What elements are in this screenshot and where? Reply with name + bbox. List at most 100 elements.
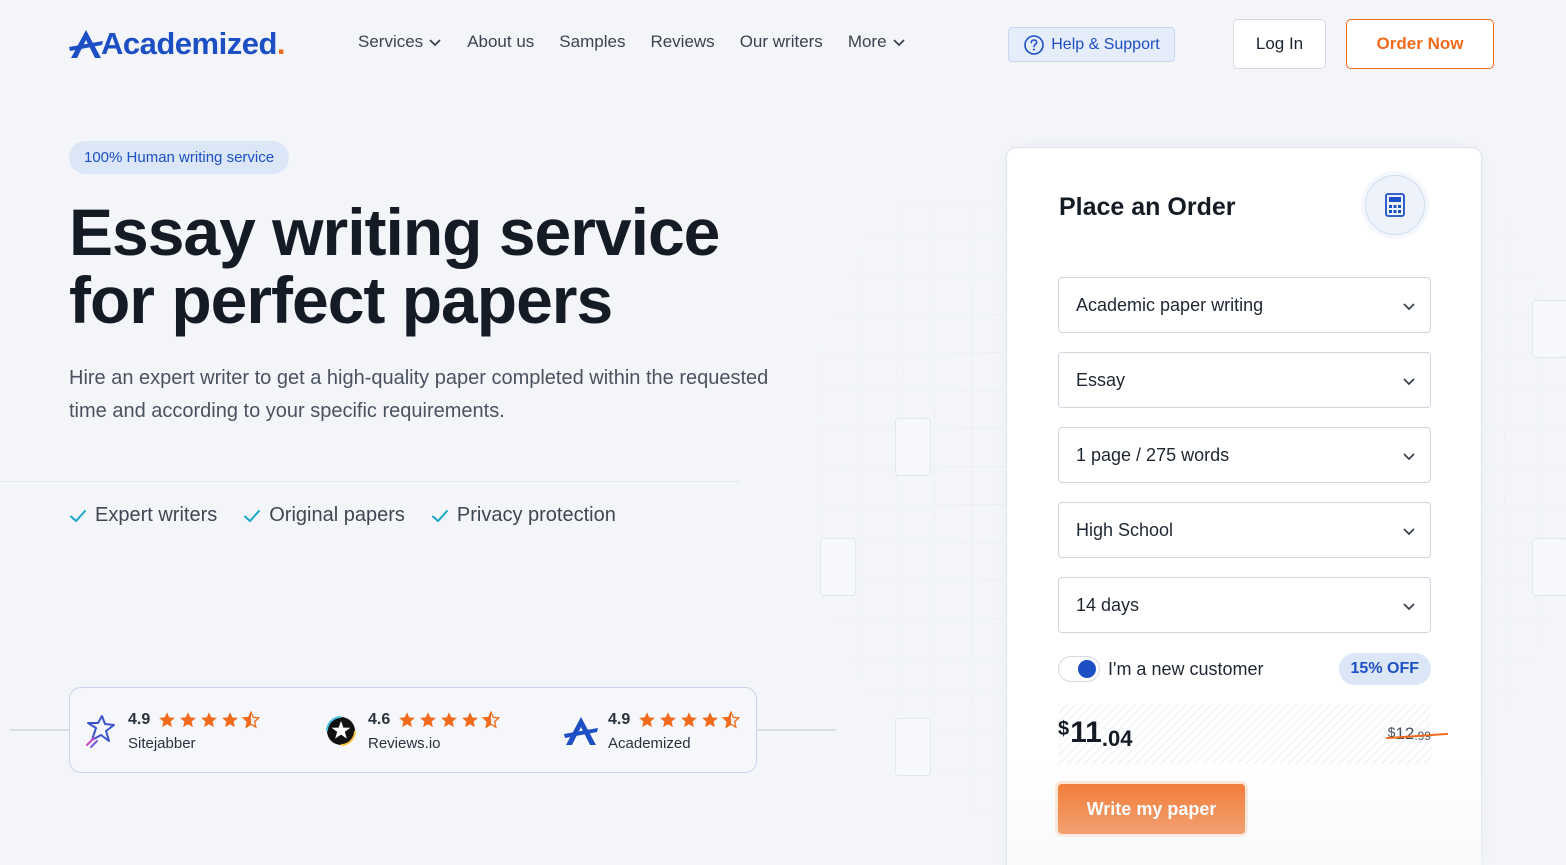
background-tile <box>820 538 856 596</box>
rating-sitejabber[interactable]: 4.9 Sitejabber <box>84 688 261 774</box>
rating-top: 4.6 <box>368 710 501 729</box>
calculator-badge <box>1365 175 1425 235</box>
nav-samples[interactable]: Samples <box>559 32 625 52</box>
nav-about[interactable]: About us <box>467 32 534 52</box>
nav-writers-label: Our writers <box>739 32 823 51</box>
academic-level-value: High School <box>1076 519 1174 540</box>
star-icon <box>681 711 698 727</box>
rating-score: 4.9 <box>608 710 631 728</box>
rating-stars <box>398 710 501 729</box>
page-title: Essay writing service for perfect papers <box>69 198 829 334</box>
feature-label: Expert writers <box>95 504 218 526</box>
star-icon <box>399 711 416 727</box>
rating-name: Sitejabber <box>128 734 196 752</box>
star-icon <box>462 711 479 727</box>
title-line-2: for perfect papers <box>69 263 613 337</box>
main-nav: Services About us Samples Reviews Our wr… <box>358 32 931 52</box>
star-icon <box>159 711 176 727</box>
feature-label: Privacy protection <box>456 504 616 526</box>
nav-services[interactable]: Services <box>358 32 442 52</box>
brand-name: Academized <box>101 26 277 61</box>
feature-label: Original papers <box>269 504 405 526</box>
pages-select[interactable]: 1 page / 275 words <box>1058 427 1431 483</box>
chevron-down-icon <box>892 39 905 47</box>
help-support-label: Help & Support <box>1051 35 1160 53</box>
deadline-select[interactable]: 14 days <box>1058 577 1431 633</box>
nav-reviews[interactable]: Reviews <box>650 32 714 52</box>
brand-logo[interactable]: Academized. <box>69 24 286 64</box>
paper-type-select[interactable]: Essay <box>1058 352 1431 408</box>
nav-writers[interactable]: Our writers <box>740 32 823 52</box>
check-icon <box>431 509 448 522</box>
nav-services-label: Services <box>358 32 424 51</box>
price-row: $ 11 .04 $ 12 .99 <box>1058 704 1448 764</box>
old-price: $ 12 .99 <box>1385 724 1448 744</box>
write-my-paper-button[interactable]: Write my paper <box>1058 784 1245 834</box>
ratings-decoration <box>10 729 72 731</box>
brand-dot: . <box>276 26 286 61</box>
star-half-icon <box>722 710 741 728</box>
nav-more[interactable]: More <box>848 32 906 52</box>
rating-info: 4.9 Academized <box>608 710 741 752</box>
new-customer-label: I'm a new customer <box>1108 658 1264 679</box>
help-support-button[interactable]: Help & Support <box>1008 27 1175 62</box>
rating-info: 4.9 Sitejabber <box>128 710 261 752</box>
rating-stars <box>158 710 261 729</box>
star-icon <box>180 711 197 727</box>
academic-level-select[interactable]: High School <box>1058 502 1431 558</box>
price-decimal: .04 <box>1101 726 1133 751</box>
rating-top: 4.9 <box>128 710 261 729</box>
star-icon <box>201 711 218 727</box>
chevron-down-icon <box>429 39 441 47</box>
nav-more-label: More <box>847 32 887 51</box>
nav-reviews-label: Reviews <box>650 32 715 51</box>
chevron-down-icon <box>1403 303 1415 311</box>
rating-name: Reviews.io <box>368 734 441 752</box>
current-price: $ 11 .04 <box>1058 716 1132 752</box>
chevron-down-icon <box>1403 603 1415 611</box>
feature-list: Expert writers Original papers Privacy p… <box>69 504 616 527</box>
star-half-icon <box>242 710 261 728</box>
section-divider <box>0 481 740 482</box>
order-card-title: Place an Order <box>1059 193 1236 221</box>
background-tile <box>1532 300 1566 358</box>
service-select[interactable]: Academic paper writing <box>1058 277 1431 333</box>
question-circle-icon <box>1024 34 1045 55</box>
feature-item: Original papers <box>243 504 405 527</box>
discount-badge: 15% OFF <box>1338 653 1431 685</box>
rating-stars <box>638 710 741 729</box>
check-icon <box>70 509 86 522</box>
rating-score: 4.6 <box>368 710 391 728</box>
chevron-down-icon <box>1403 528 1415 536</box>
new-customer-toggle[interactable] <box>1058 656 1100 682</box>
background-tile <box>895 718 931 776</box>
star-icon <box>420 711 437 727</box>
check-icon <box>244 509 261 522</box>
background-tile <box>1532 538 1566 596</box>
academized-icon <box>564 717 598 745</box>
paper-type-value: Essay <box>1076 369 1126 390</box>
star-icon <box>222 711 239 727</box>
star-icon <box>660 711 677 727</box>
rating-score: 4.9 <box>128 710 151 728</box>
logo-a-icon <box>69 30 103 58</box>
site-header: Academized. Services About us Samples Re… <box>0 0 1566 88</box>
ratings-bar: 4.9 Sitejabber 4.6 Reviews.io 4.9 Academ… <box>69 687 757 773</box>
chevron-down-icon <box>1403 453 1415 461</box>
rating-academized[interactable]: 4.9 Academized <box>564 688 741 774</box>
background-tile <box>895 418 931 476</box>
order-now-button[interactable]: Order Now <box>1346 19 1494 69</box>
login-button[interactable]: Log In <box>1233 19 1326 69</box>
star-icon <box>702 711 719 727</box>
new-customer-row: I'm a new customer 15% OFF <box>1058 653 1431 685</box>
calculator-icon <box>1385 193 1405 217</box>
star-icon <box>639 711 656 727</box>
price-integer: 11 <box>1070 716 1102 749</box>
feature-item: Privacy protection <box>431 504 616 527</box>
toggle-knob <box>1078 660 1096 678</box>
sitejabber-icon <box>86 715 115 748</box>
rating-reviews-io[interactable]: 4.6 Reviews.io <box>324 688 501 774</box>
feature-item: Expert writers <box>69 504 217 527</box>
pages-value: 1 page / 275 words <box>1076 444 1230 465</box>
deadline-value: 14 days <box>1076 594 1140 615</box>
